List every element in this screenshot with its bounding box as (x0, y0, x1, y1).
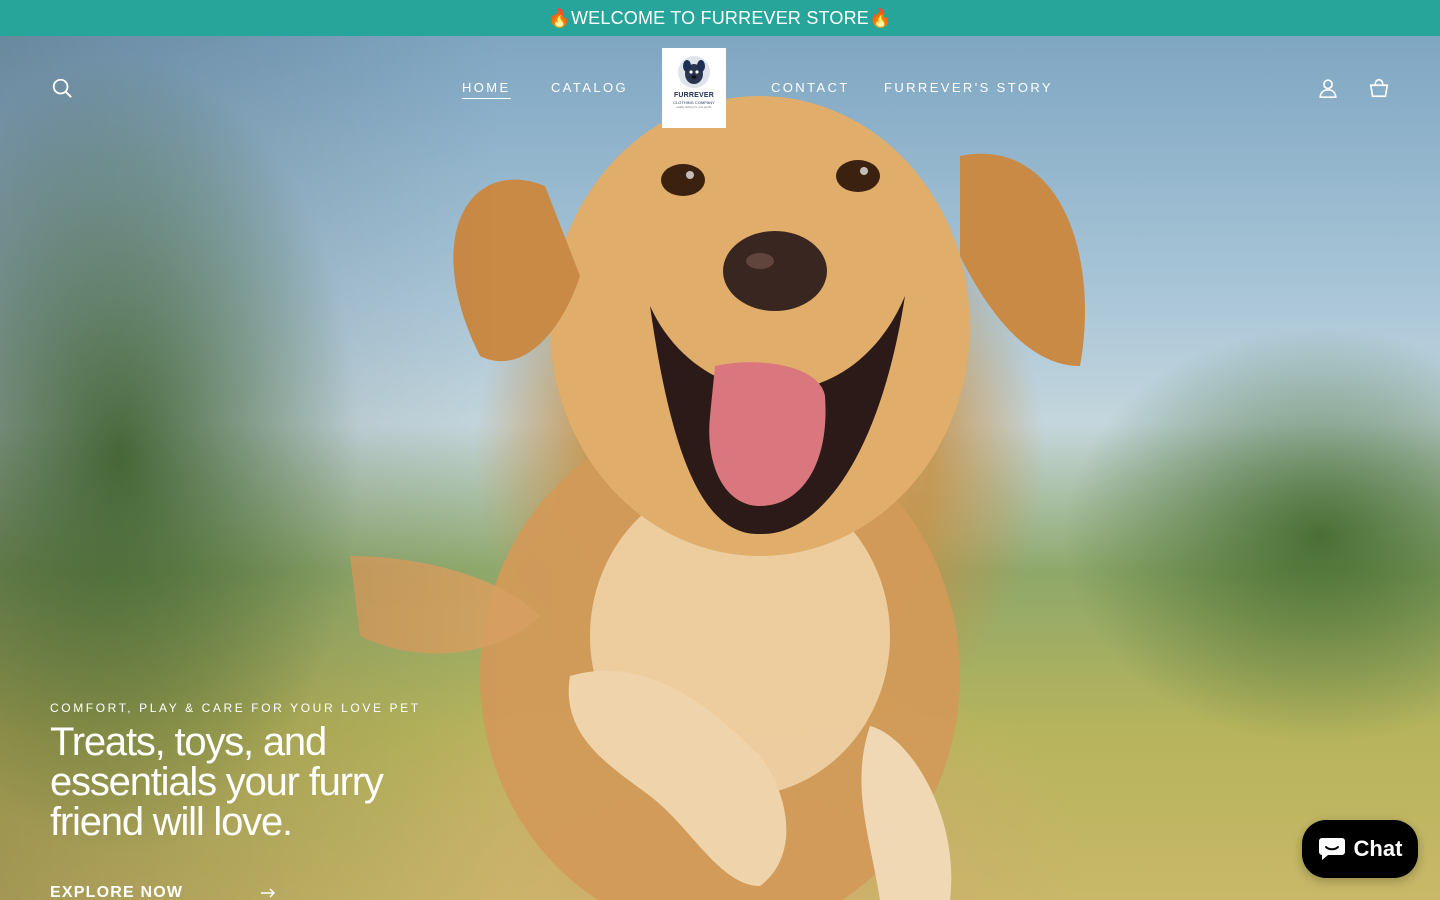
explore-now-button[interactable]: EXPLORE NOW (50, 882, 276, 900)
chat-bubble-icon (1318, 838, 1345, 860)
announcement-text: 🔥WELCOME TO FURREVER STORE🔥 (548, 7, 892, 28)
arrow-right-icon (261, 888, 276, 898)
chat-button[interactable]: Chat (1302, 820, 1418, 878)
announcement-bar: 🔥WELCOME TO FURREVER STORE🔥 (0, 0, 1440, 36)
nav-home[interactable]: HOME (462, 80, 511, 99)
hero-eyebrow: COMFORT, PLAY & CARE FOR YOUR LOVE PET (50, 701, 421, 715)
site-logo[interactable]: FURREVER CLOTHING COMPANY quality clothi… (662, 48, 726, 128)
hero-copy: COMFORT, PLAY & CARE FOR YOUR LOVE PET T… (50, 700, 450, 842)
logo-brand: FURREVER (673, 92, 715, 99)
nav-furrevers-story[interactable]: FURREVER'S STORY (884, 80, 1053, 96)
chat-label: Chat (1353, 836, 1403, 861)
logo-subtitle: CLOTHING COMPANY (673, 100, 715, 105)
nav-contact[interactable]: CONTACT (771, 80, 850, 96)
logo-tagline: quality clothing for your pet life (676, 106, 712, 109)
nav-catalog[interactable]: CATALOG (551, 80, 628, 96)
cta-label: EXPLORE NOW (50, 884, 184, 900)
hero-headline: Treats, toys, and essentials your furry … (50, 720, 384, 844)
logo-dog-icon (678, 56, 710, 88)
